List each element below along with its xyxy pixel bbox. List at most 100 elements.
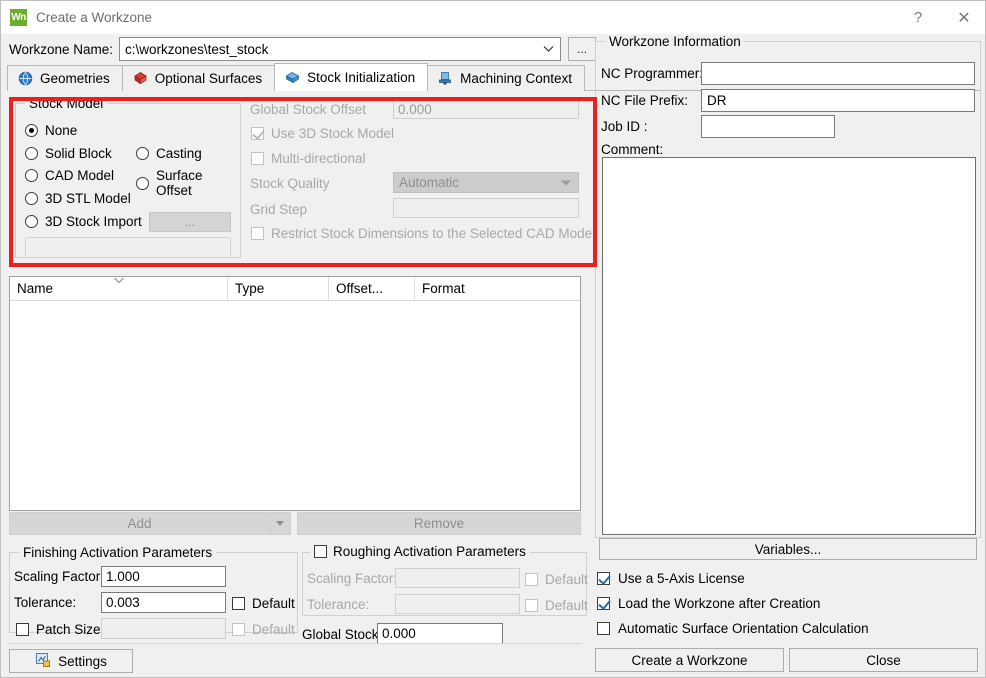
column-header-name-label: Name	[17, 281, 54, 296]
finishing-patch-size-checkbox[interactable]: Patch Size	[16, 622, 101, 637]
radio-3d-stl-model-label: 3D STL Model	[45, 191, 131, 206]
column-header-type[interactable]: Type	[228, 277, 329, 300]
help-icon[interactable]: ?	[895, 1, 941, 34]
multi-directional-checkbox[interactable]: Multi-directional	[251, 151, 366, 166]
tab-machining-context[interactable]: Machining Context	[427, 65, 585, 91]
finishing-scaling-factor-field[interactable]: 1.000	[101, 566, 226, 587]
automatic-surface-orientation-checkbox[interactable]: Automatic Surface Orientation Calculatio…	[597, 621, 869, 636]
finishing-tolerance-field[interactable]: 0.003	[101, 592, 226, 613]
roughing-scaling-factor-label: Scaling Factor:	[307, 571, 398, 586]
add-dropdown-button[interactable]	[270, 512, 291, 535]
tab-geometries[interactable]: Geometries	[7, 65, 123, 91]
stock-import-path-field[interactable]	[25, 237, 231, 258]
roughing-scaling-factor-field[interactable]	[395, 568, 520, 588]
use-5-axis-license-label: Use a 5-Axis License	[618, 571, 745, 586]
column-header-name[interactable]: Name	[10, 277, 228, 300]
finishing-activation-title: Finishing Activation Parameters	[19, 545, 217, 560]
stock-quality-combo[interactable]: Automatic	[393, 172, 579, 193]
radio-solid-block-indicator	[25, 147, 38, 160]
window-title: Create a Workzone	[36, 10, 153, 25]
job-id-label: Job ID :	[601, 119, 648, 134]
chevron-down-icon[interactable]	[543, 38, 554, 60]
workzone-information-title: Workzone Information	[605, 34, 745, 49]
radio-solid-block-label: Solid Block	[45, 146, 112, 161]
radio-3d-stock-import[interactable]: 3D Stock Import	[25, 214, 142, 229]
roughing-activation-group: Roughing Activation Parameters Scaling F…	[302, 544, 588, 616]
tab-machining-context-label: Machining Context	[460, 71, 572, 86]
roughing-scaling-default-box	[525, 573, 538, 586]
create-workzone-dialog: Wn Create a Workzone ? ✕ Workzone Name: …	[0, 0, 986, 678]
add-button[interactable]: Add	[9, 512, 270, 535]
chevron-down-icon	[561, 180, 571, 185]
stock-quality-label: Stock Quality	[250, 176, 330, 191]
table-header-row: Name Type Offset... Format	[10, 277, 580, 301]
use-5-axis-license-checkbox[interactable]: Use a 5-Axis License	[597, 571, 745, 586]
finishing-tolerance-default-checkbox[interactable]: Default	[232, 596, 295, 611]
comment-textarea[interactable]	[602, 157, 976, 535]
tab-optional-surfaces-label: Optional Surfaces	[154, 71, 263, 86]
radio-none[interactable]: None	[25, 123, 77, 138]
table-body[interactable]	[10, 301, 580, 510]
settings-button[interactable]: Settings	[9, 649, 133, 673]
stock-model-group: Stock Model None Solid Block Casting CAD…	[15, 96, 241, 258]
machine-icon	[438, 71, 453, 86]
finishing-patch-default-box	[232, 623, 245, 636]
stock-import-browse-button[interactable]: ...	[149, 212, 231, 232]
finishing-patch-default-label: Default	[252, 622, 295, 637]
workzone-name-value: c:\workzones\test_stock	[125, 41, 269, 57]
global-stock-field[interactable]: 0.000	[377, 623, 503, 644]
comment-label: Comment:	[601, 142, 664, 157]
use-3d-stock-model-box	[251, 127, 264, 140]
nc-programmer-field[interactable]	[701, 62, 975, 85]
finishing-patch-size-field[interactable]	[101, 618, 226, 639]
roughing-tolerance-default-checkbox[interactable]: Default	[525, 598, 588, 613]
stock-items-table[interactable]: Name Type Offset... Format	[9, 276, 581, 511]
load-workzone-after-creation-checkbox[interactable]: Load the Workzone after Creation	[597, 596, 820, 611]
create-workzone-button[interactable]: Create a Workzone	[595, 648, 784, 672]
load-workzone-after-creation-label: Load the Workzone after Creation	[618, 596, 821, 611]
radio-surface-offset-label: Surface Offset	[156, 168, 203, 198]
roughing-scaling-default-checkbox[interactable]: Default	[525, 572, 588, 587]
automatic-surface-orientation-box	[597, 622, 610, 635]
column-header-offset[interactable]: Offset...	[329, 277, 415, 300]
global-stock-offset-field[interactable]: 0.000	[393, 100, 579, 119]
tab-stock-initialization[interactable]: Stock Initialization	[274, 63, 429, 91]
radio-surface-offset[interactable]: Surface Offset	[136, 168, 240, 198]
finishing-tolerance-label: Tolerance:	[14, 595, 77, 610]
roughing-tolerance-default-box	[525, 599, 538, 612]
nc-file-prefix-field[interactable]: DR	[701, 89, 975, 112]
use-3d-stock-model-checkbox[interactable]: Use 3D Stock Model	[251, 126, 394, 141]
radio-casting[interactable]: Casting	[136, 146, 202, 161]
variables-button[interactable]: Variables...	[599, 538, 977, 560]
finishing-patch-size-label: Patch Size	[36, 622, 101, 637]
global-stock-label: Global Stock:	[302, 627, 383, 642]
restrict-stock-dimensions-checkbox[interactable]: Restrict Stock Dimensions to the Selecte…	[251, 226, 595, 241]
workzone-name-combo[interactable]: c:\workzones\test_stock	[119, 37, 562, 61]
tab-optional-surfaces[interactable]: Optional Surfaces	[121, 65, 276, 91]
finishing-patch-default-checkbox[interactable]: Default	[232, 622, 295, 637]
grid-step-label: Grid Step	[250, 202, 308, 217]
column-header-type-label: Type	[235, 281, 265, 296]
radio-3d-stl-model[interactable]: 3D STL Model	[25, 191, 131, 206]
tab-geometries-label: Geometries	[40, 71, 110, 86]
close-icon[interactable]: ✕	[941, 1, 985, 34]
roughing-activation-enable[interactable]: Roughing Activation Parameters	[310, 544, 530, 559]
radio-cad-model-label: CAD Model	[45, 168, 115, 183]
job-id-field[interactable]	[701, 115, 835, 138]
use-3d-stock-model-label: Use 3D Stock Model	[271, 126, 395, 141]
browse-workzone-button[interactable]: ...	[568, 37, 597, 61]
radio-cad-model[interactable]: CAD Model	[25, 168, 114, 183]
roughing-tolerance-field[interactable]	[395, 594, 520, 614]
use-5-axis-license-box	[597, 572, 610, 585]
blue-block-icon	[285, 70, 300, 85]
automatic-surface-orientation-label: Automatic Surface Orientation Calculatio…	[618, 621, 869, 636]
settings-icon	[35, 652, 51, 671]
column-header-format[interactable]: Format	[415, 277, 580, 300]
globe-icon	[18, 71, 33, 86]
radio-solid-block[interactable]: Solid Block	[25, 146, 112, 161]
close-dialog-button[interactable]: Close	[789, 648, 978, 672]
remove-button[interactable]: Remove	[297, 512, 581, 535]
radio-surface-offset-indicator	[136, 176, 149, 190]
multi-directional-box	[251, 152, 264, 165]
grid-step-field[interactable]	[393, 198, 579, 218]
